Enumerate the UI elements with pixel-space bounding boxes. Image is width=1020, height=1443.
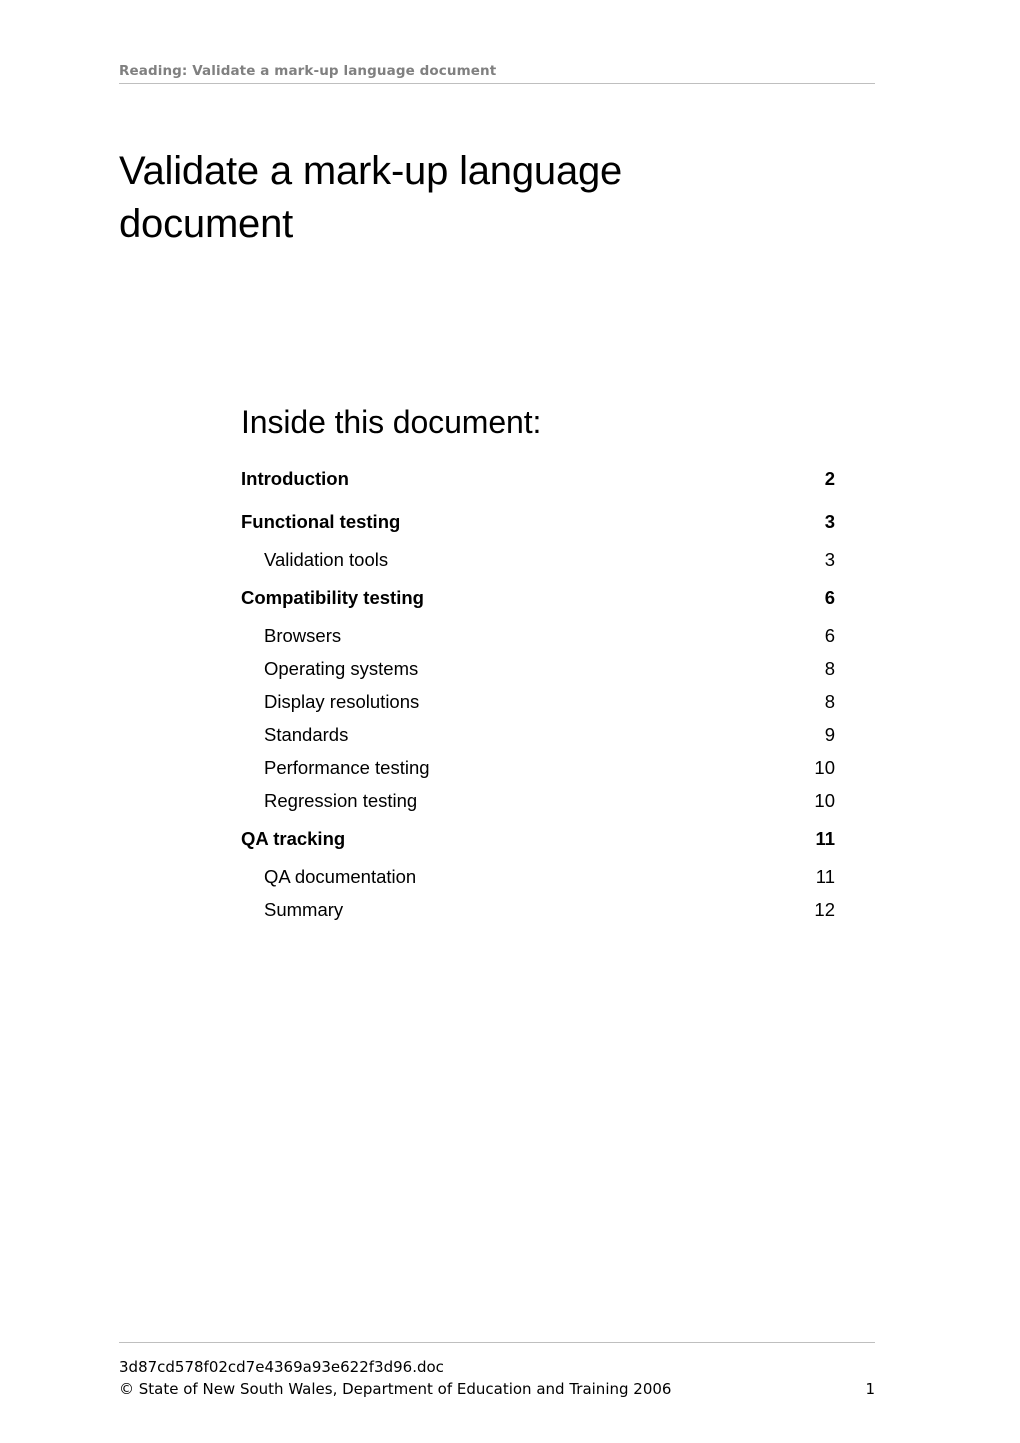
footer-bottom-row: © State of New South Wales, Department o… <box>119 1378 875 1400</box>
toc-entry-page: 11 <box>815 866 835 887</box>
toc-entry-label: QA documentation <box>264 866 417 887</box>
toc-entry-label: Compatibility testing <box>241 587 424 608</box>
toc-entry-page: 9 <box>824 724 835 745</box>
toc-entry-page: 8 <box>824 691 835 712</box>
toc-entry-label: QA tracking <box>241 828 346 849</box>
toc-entry-label: Display resolutions <box>264 691 420 712</box>
toc-entry-label: Summary <box>264 899 344 920</box>
toc-entry-label: Operating systems <box>264 658 419 679</box>
footer-page-number: 1 <box>865 1380 875 1398</box>
toc-entry[interactable]: QA documentation 11 <box>241 861 835 894</box>
toc-list: Introduction 2 Functional testing 3 Validati… <box>241 468 835 927</box>
toc-entry-label: Performance testing <box>264 757 430 778</box>
document-page: Reading: Validate a mark-up language doc… <box>0 0 1020 1443</box>
toc-entry[interactable]: Display resolutions 8 <box>241 686 835 719</box>
toc-entry[interactable]: Performance testing 10 <box>241 752 835 785</box>
toc-entry-page: 10 <box>814 757 835 778</box>
toc-entry-page: 12 <box>814 899 835 920</box>
toc-entry-label: Regression testing <box>264 790 418 811</box>
toc-entry-page: 8 <box>824 658 835 679</box>
toc-entry[interactable]: Compatibility testing 6 <box>241 577 835 620</box>
toc-entry[interactable]: Standards 9 <box>241 719 835 752</box>
header-divider <box>119 83 875 84</box>
toc-entry[interactable]: QA tracking 11 <box>241 818 835 861</box>
footer-filename: 3d87cd578f02cd7e4369a93e622f3d96.doc <box>119 1358 444 1376</box>
toc-entry-page: 3 <box>824 511 835 532</box>
toc-entry[interactable]: Functional testing 3 <box>241 501 835 544</box>
toc-entry-page: 6 <box>824 625 835 646</box>
toc-entry-page: 2 <box>824 468 835 489</box>
footer-copyright: © State of New South Wales, Department o… <box>119 1380 672 1398</box>
running-header-text: Reading: Validate a mark-up language doc… <box>119 63 497 79</box>
toc-entry[interactable]: Introduction 2 <box>241 468 835 501</box>
toc-entry[interactable]: Browsers 6 <box>241 620 835 653</box>
running-header: Reading: Validate a mark-up language doc… <box>119 62 875 84</box>
page-footer: 3d87cd578f02cd7e4369a93e622f3d96.doc © S… <box>119 1342 875 1400</box>
toc-entry[interactable]: Summary 12 <box>241 894 835 927</box>
toc-entry-label: Browsers <box>264 625 342 646</box>
toc-entry[interactable]: Operating systems 8 <box>241 653 835 686</box>
toc-entry-page: 10 <box>814 790 835 811</box>
table-of-contents: Inside this document: Introduction 2 Funct… <box>241 402 835 927</box>
toc-entry-page: 3 <box>824 549 835 570</box>
toc-entry-label: Validation tools <box>264 549 389 570</box>
document-title: Validate a mark-up language document <box>119 148 623 246</box>
toc-entry-label: Standards <box>264 724 349 745</box>
toc-entry-page: 6 <box>824 587 835 608</box>
toc-entry[interactable]: Regression testing 10 <box>241 785 835 818</box>
toc-entry[interactable]: Validation tools 3 <box>241 544 835 577</box>
toc-entry-label: Functional testing <box>241 511 401 532</box>
footer-divider <box>119 1342 875 1343</box>
toc-entry-page: 11 <box>815 828 835 849</box>
toc-heading: Inside this document: <box>241 404 542 440</box>
toc-entry-label: Introduction <box>241 468 349 489</box>
